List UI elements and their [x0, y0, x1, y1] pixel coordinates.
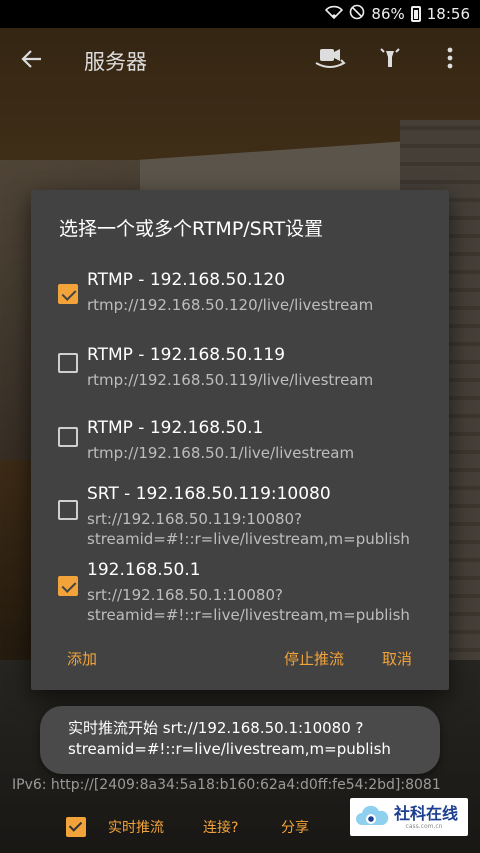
item-url: srt://192.168.50.119:10080?streamid=#!::…	[87, 510, 410, 548]
live-stream-label[interactable]: 实时推流	[108, 817, 164, 837]
list-item[interactable]: RTMP - 192.168.50.119 rtmp://192.168.50.…	[31, 343, 449, 403]
share-button[interactable]: 分享	[281, 817, 309, 837]
item-name: RTMP - 192.168.50.119	[87, 345, 286, 365]
watermark-logo: 社科在线 cass.com.cn	[350, 798, 468, 836]
switch-camera-icon[interactable]	[300, 45, 360, 77]
item-name: RTMP - 192.168.50.1	[87, 418, 264, 438]
item-url: srt://192.168.50.1:10080?streamid=#!::r=…	[87, 586, 410, 624]
list-item[interactable]: 192.168.50.1 srt://192.168.50.1:10080?st…	[31, 560, 449, 626]
battery-percent: 86%	[371, 5, 405, 23]
watermark-text: 社科在线	[394, 804, 459, 823]
checkbox-checked[interactable]	[58, 284, 78, 304]
list-item[interactable]: SRT - 192.168.50.119:10080 srt://192.168…	[31, 484, 449, 550]
checkbox[interactable]	[58, 353, 78, 373]
wifi-icon	[325, 5, 344, 23]
toast-message: 实时推流开始 srt://192.168.50.1:10080 ?streami…	[40, 706, 440, 774]
ipv6-address: IPv6: http://[2409:8a34:5a18:b160:62a4:d…	[12, 777, 441, 793]
watermark-sub: cass.com.cn	[405, 823, 443, 830]
dialog-title: 选择一个或多个RTMP/SRT设置	[59, 218, 324, 240]
list-item[interactable]: RTMP - 192.168.50.1 rtmp://192.168.50.1/…	[31, 418, 449, 478]
item-url: rtmp://192.168.50.119/live/livestream	[87, 371, 374, 389]
item-name: RTMP - 192.168.50.120	[87, 270, 286, 290]
status-bar: 86% 18:56	[0, 0, 480, 28]
item-url: rtmp://192.168.50.120/live/livestream	[87, 296, 374, 314]
stop-stream-button[interactable]: 停止推流	[284, 648, 344, 669]
more-vert-icon[interactable]	[420, 47, 480, 75]
item-name: 192.168.50.1	[87, 560, 201, 580]
connect-button[interactable]: 连接?	[203, 817, 238, 837]
do-not-disturb-icon	[349, 4, 365, 24]
clock: 18:56	[426, 5, 470, 23]
checkbox[interactable]	[58, 500, 78, 520]
item-url: rtmp://192.168.50.1/live/livestream	[87, 444, 355, 462]
battery-icon	[410, 6, 421, 22]
add-button[interactable]: 添加	[67, 648, 97, 669]
arrow-left-icon[interactable]	[0, 46, 64, 76]
cancel-button[interactable]: 取消	[382, 648, 412, 669]
list-item[interactable]: RTMP - 192.168.50.120 rtmp://192.168.50.…	[31, 268, 449, 328]
item-name: SRT - 192.168.50.119:10080	[87, 484, 331, 504]
app-bar: 服务器	[0, 28, 480, 94]
flashlight-icon[interactable]	[360, 45, 420, 77]
checkbox[interactable]	[58, 427, 78, 447]
checkbox-checked[interactable]	[58, 576, 78, 596]
server-select-dialog: 选择一个或多个RTMP/SRT设置 RTMP - 192.168.50.120 …	[31, 190, 449, 690]
page-title: 服务器	[84, 50, 147, 74]
cloud-icon	[356, 805, 389, 825]
live-stream-checkbox[interactable]	[66, 817, 86, 837]
